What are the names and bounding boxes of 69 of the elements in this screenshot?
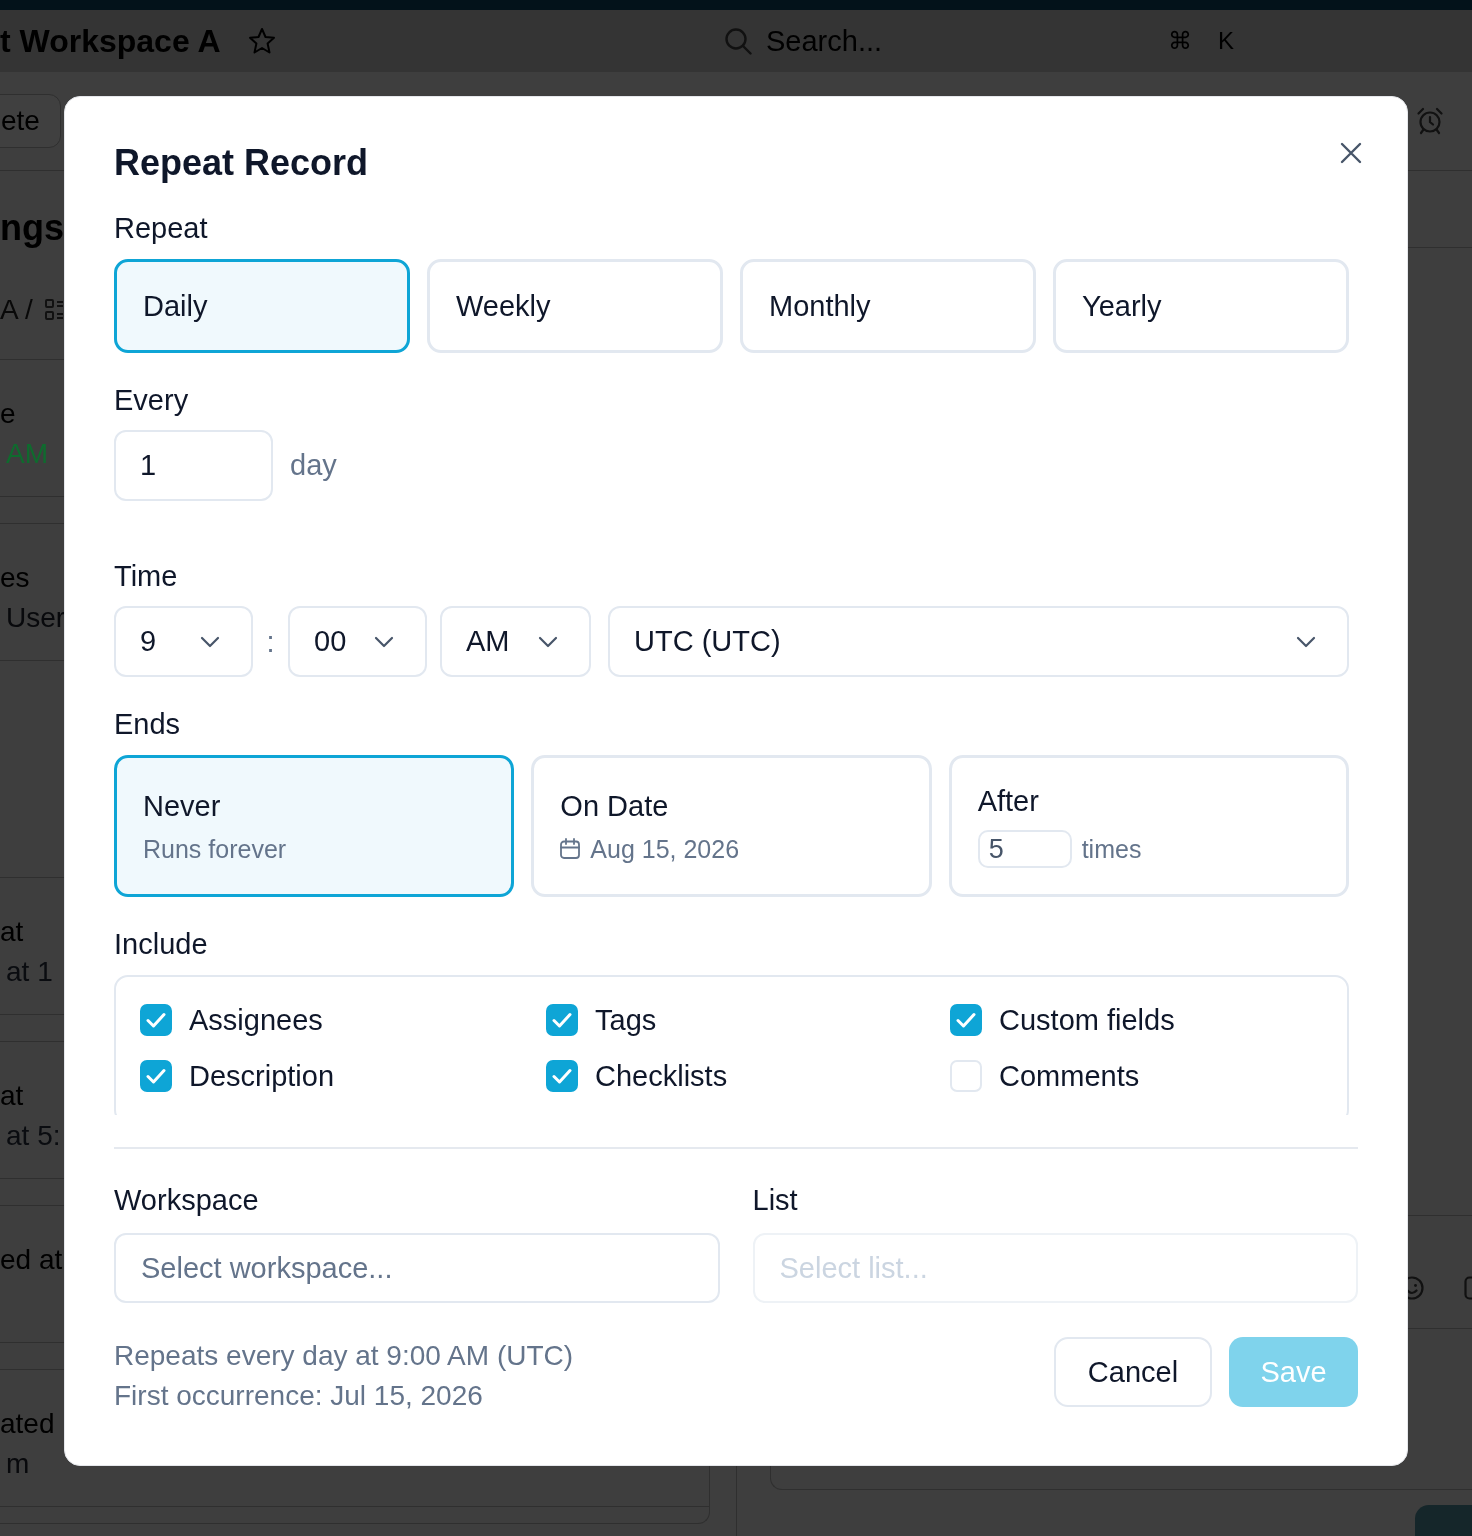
cancel-button[interactable]: Cancel bbox=[1054, 1337, 1212, 1407]
chevron-down-icon bbox=[1296, 635, 1316, 648]
timezone-dropdown[interactable]: UTC (UTC) bbox=[608, 606, 1349, 677]
checkbox[interactable] bbox=[140, 1060, 172, 1092]
star-icon[interactable] bbox=[248, 27, 276, 55]
summary-text: First occurrence: Jul 15, 2026 bbox=[114, 1379, 483, 1413]
count-unit: times bbox=[1081, 834, 1142, 864]
row-title: ed at bbox=[0, 1243, 63, 1277]
option-title: Never bbox=[143, 788, 221, 823]
alarm-clock-icon[interactable] bbox=[1416, 107, 1444, 135]
ends-option-card[interactable]: On Date Aug 15, 2026 bbox=[531, 755, 932, 897]
close-icon bbox=[1340, 142, 1362, 164]
count-field[interactable]: 5 bbox=[977, 830, 1072, 868]
hour-dropdown[interactable]: 9 bbox=[114, 606, 253, 677]
workspace-field[interactable]: Select workspace... bbox=[114, 1233, 720, 1303]
chevron-down-icon bbox=[538, 635, 558, 648]
calendar-icon bbox=[560, 838, 581, 859]
list-icon bbox=[44, 298, 63, 322]
row-title: e bbox=[0, 397, 16, 431]
checkbox[interactable] bbox=[546, 1060, 578, 1092]
chevron-down-icon bbox=[200, 635, 220, 648]
checkbox[interactable] bbox=[140, 1004, 172, 1036]
row-title: at bbox=[0, 915, 24, 949]
summary-text: Repeats every day at 9:00 AM (UTC) bbox=[114, 1339, 574, 1373]
checkmark-icon bbox=[146, 1068, 166, 1084]
minute-dropdown[interactable]: 00 bbox=[288, 606, 427, 677]
option-description: Runs forever bbox=[143, 833, 287, 864]
checkbox-label[interactable]: Assignees bbox=[189, 1003, 323, 1037]
option-title: On Date bbox=[560, 788, 669, 823]
ends-option-card[interactable]: After 5 times bbox=[948, 755, 1349, 897]
checkbox-label[interactable]: Comments bbox=[999, 1059, 1140, 1093]
checkbox-label[interactable]: Custom fields bbox=[999, 1003, 1175, 1037]
interval-field[interactable]: 1 bbox=[114, 430, 273, 501]
section-label: Ends bbox=[114, 707, 181, 741]
section-label: Every bbox=[114, 383, 189, 417]
row-title: ated bbox=[0, 1407, 55, 1441]
section-label: Time bbox=[114, 559, 178, 593]
page-heading: ngs bbox=[0, 206, 64, 250]
checkbox[interactable] bbox=[950, 1004, 982, 1036]
checkbox[interactable] bbox=[546, 1004, 578, 1036]
repeat-option[interactable]: Monthly bbox=[740, 259, 1036, 353]
field-label: Workspace bbox=[114, 1183, 259, 1217]
time-separator: : bbox=[265, 624, 276, 659]
dialog-title: Repeat Record bbox=[114, 141, 369, 185]
close-button[interactable] bbox=[1340, 142, 1362, 164]
interval-unit: day bbox=[290, 449, 337, 482]
repeat-option[interactable]: Yearly bbox=[1053, 259, 1349, 353]
row-title: at bbox=[0, 1079, 24, 1113]
field-label: List bbox=[752, 1183, 798, 1217]
checkmark-icon bbox=[956, 1012, 976, 1028]
checkbox-label[interactable]: Tags bbox=[595, 1003, 657, 1037]
period-dropdown[interactable]: AM bbox=[440, 606, 591, 677]
end-date: Aug 15, 2026 bbox=[590, 833, 740, 864]
repeat-option[interactable]: Weekly bbox=[427, 259, 723, 353]
search-icon bbox=[724, 27, 752, 55]
checkbox-label[interactable]: Checklists bbox=[595, 1059, 728, 1093]
section-label: Include bbox=[114, 927, 208, 961]
option-title: After bbox=[977, 784, 1039, 818]
checkmark-icon bbox=[552, 1012, 572, 1028]
row-title: es bbox=[0, 561, 30, 595]
checkmark-icon bbox=[146, 1012, 166, 1028]
smiley-icon[interactable] bbox=[1408, 1276, 1424, 1300]
section-label: Repeat bbox=[114, 211, 208, 245]
shortcut-key: ⌘ bbox=[1168, 27, 1192, 55]
checkbox-label[interactable]: Description bbox=[189, 1059, 335, 1093]
checkmark-icon bbox=[552, 1068, 572, 1084]
chevron-down-icon bbox=[374, 635, 394, 648]
repeat-option[interactable]: Daily bbox=[114, 259, 410, 353]
ends-option-card[interactable]: Never Runs forever bbox=[114, 755, 515, 897]
